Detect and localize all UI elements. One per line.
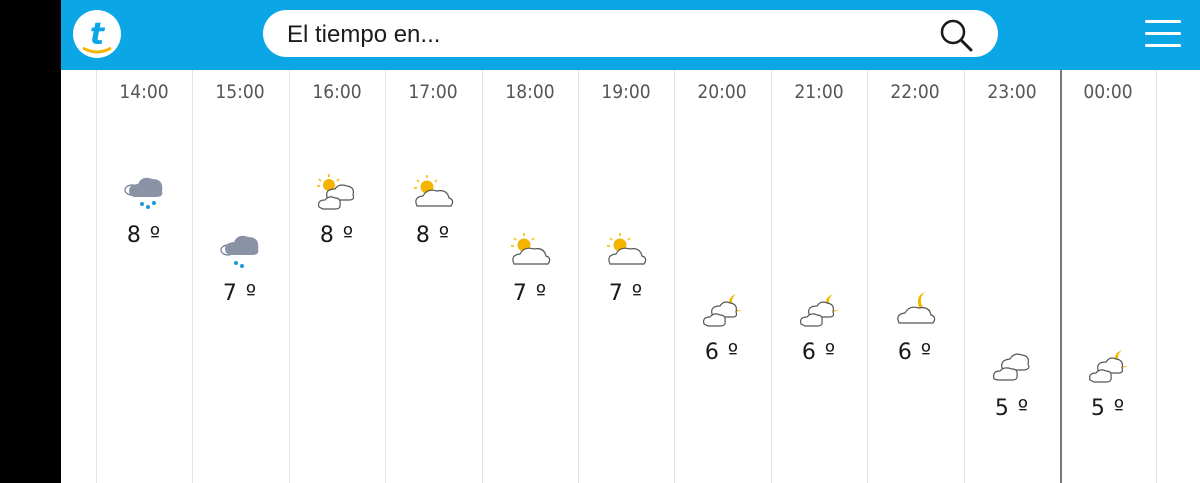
temperature-value: 5 º: [1090, 396, 1126, 421]
moon-clouds-icon: [795, 290, 843, 330]
temperature-value: 8 º: [415, 223, 451, 248]
hamburger-menu-icon[interactable]: [1144, 18, 1182, 50]
temperature-value: 7 º: [512, 281, 548, 306]
hour-label: 19:00: [601, 81, 651, 103]
temperature-value: 6 º: [704, 340, 740, 365]
column-divider: [192, 70, 193, 483]
hour-label: 15:00: [215, 81, 265, 103]
tiempo-logo-icon[interactable]: t: [73, 10, 121, 58]
column-divider: [385, 70, 386, 483]
moon-clouds-icon: [1084, 346, 1132, 386]
sun-cloud-icon: [506, 231, 554, 271]
hour-label: 22:00: [890, 81, 940, 103]
hour-label: 20:00: [697, 81, 747, 103]
hour-label: 18:00: [505, 81, 555, 103]
hour-label: 16:00: [312, 81, 362, 103]
search-input[interactable]: El tiempo en...: [263, 10, 998, 57]
sun-cloud-icon: [602, 231, 650, 271]
column-divider: [1156, 70, 1157, 483]
hour-label: 14:00: [119, 81, 169, 103]
hour-label: 00:00: [1083, 81, 1133, 103]
column-divider: [867, 70, 868, 483]
hour-label: 21:00: [794, 81, 844, 103]
temperature-value: 8 º: [126, 223, 162, 248]
hourly-forecast: 14:00 8 º 15:00 7 º 16:00 8 º 17:00 8 º 18:0…: [61, 70, 1200, 483]
search-placeholder: El tiempo en...: [287, 21, 441, 48]
hour-label: 17:00: [408, 81, 458, 103]
moon-cloud-icon: [891, 290, 939, 330]
sun-cloud-icon: [409, 173, 457, 213]
temperature-value: 7 º: [608, 281, 644, 306]
hour-label: 23:00: [987, 81, 1037, 103]
day-divider: [1060, 70, 1062, 483]
temperature-value: 5 º: [994, 396, 1030, 421]
light-rain-cloud-icon: [216, 231, 264, 271]
temperature-value: 6 º: [801, 340, 837, 365]
temperature-value: 6 º: [897, 340, 933, 365]
sun-clouds-icon: [313, 173, 361, 213]
column-divider: [771, 70, 772, 483]
clouds-icon: [988, 346, 1036, 386]
column-divider: [289, 70, 290, 483]
rain-cloud-icon: [120, 173, 168, 213]
column-divider: [482, 70, 483, 483]
temperature-value: 7 º: [222, 281, 258, 306]
temperature-value: 8 º: [319, 223, 355, 248]
column-divider: [964, 70, 965, 483]
column-divider: [96, 70, 97, 483]
top-bar: t El tiempo en...: [61, 0, 1200, 70]
moon-clouds-icon: [698, 290, 746, 330]
column-divider: [674, 70, 675, 483]
weather-app: t El tiempo en... 14:00 8 º 15:00 7 º 16…: [61, 0, 1200, 483]
svg-text:t: t: [90, 17, 106, 52]
column-divider: [578, 70, 579, 483]
search-icon[interactable]: [939, 18, 973, 52]
